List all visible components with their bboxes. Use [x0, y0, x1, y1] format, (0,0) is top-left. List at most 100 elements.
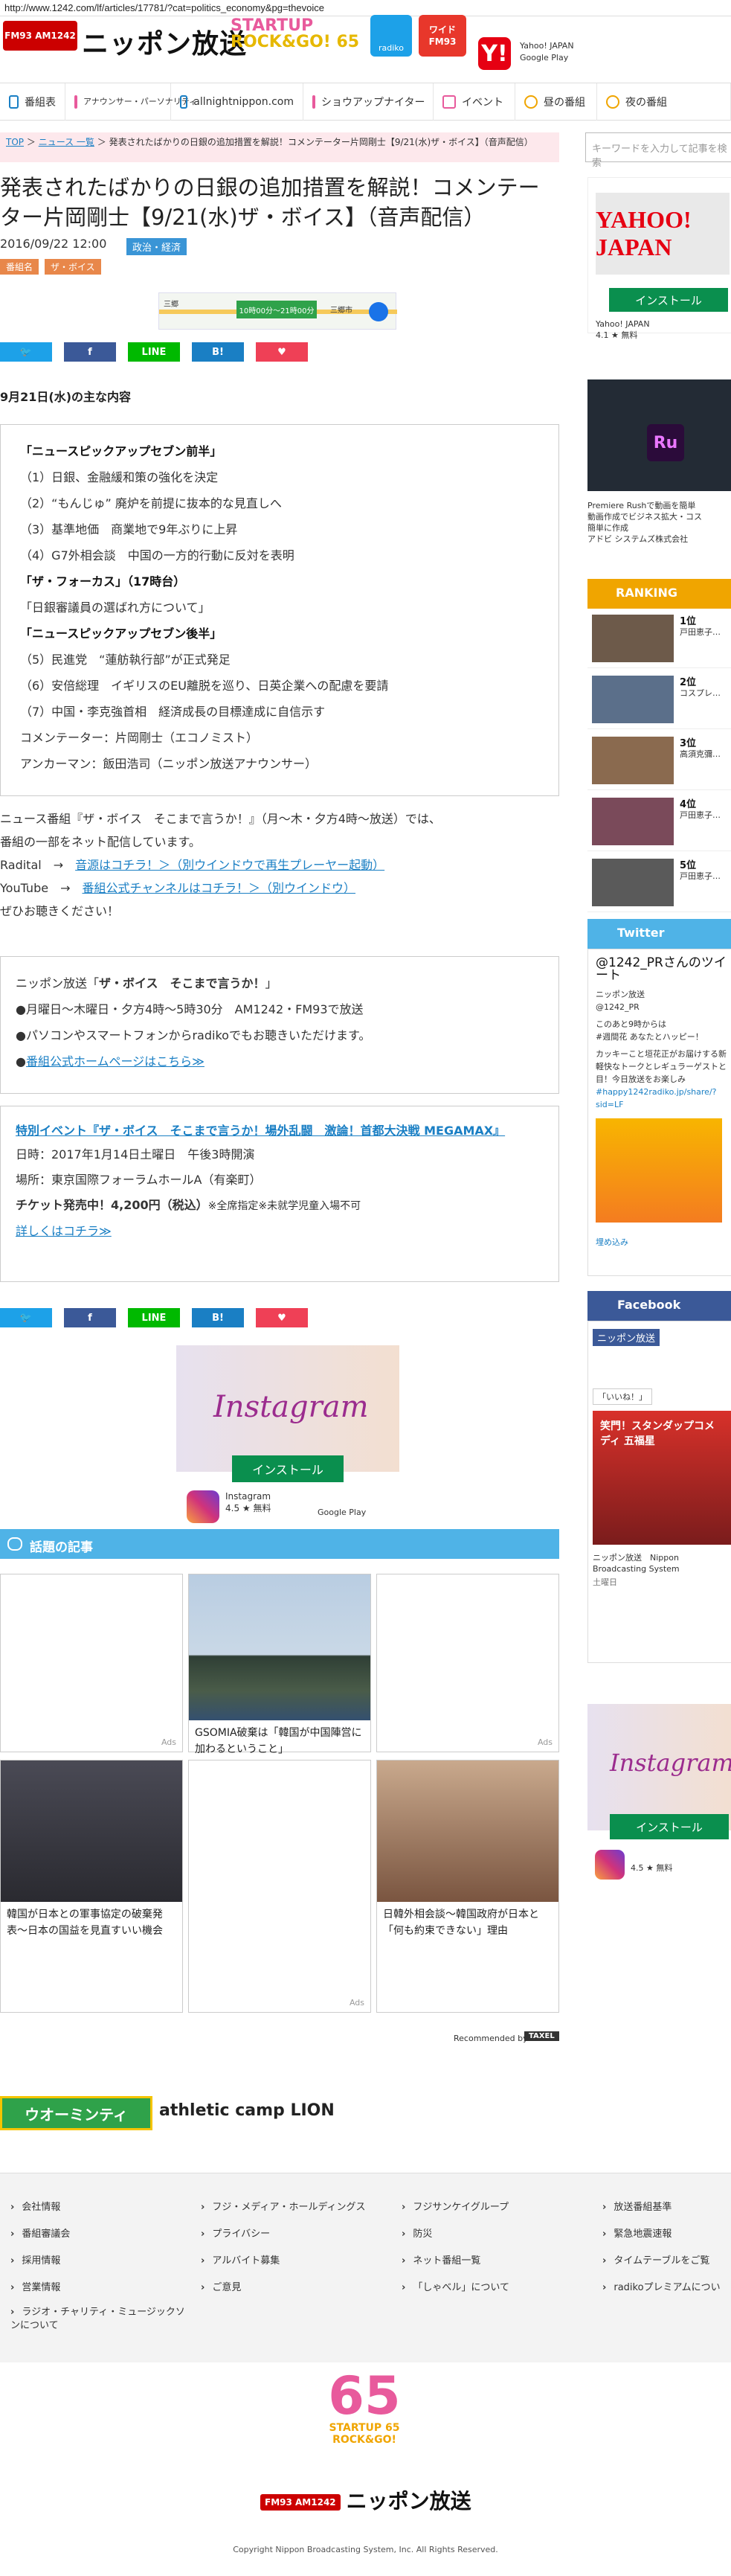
footer-col-4: 放送番組基準 緊急地震速報 タイムテーブルをご覧 radikoプレミアムについ	[602, 2194, 731, 2301]
event-ticket: チケット発売中！4,200円（税込）	[16, 1198, 208, 1212]
nav-item-daytime[interactable]: 昼の番組	[515, 83, 597, 121]
radiko-button[interactable]: radiko	[370, 15, 412, 57]
ranking-item[interactable]: 2位 コスプレ…	[587, 670, 731, 729]
radital-link[interactable]: 音源はコチラ！＞（別ウインドウで再生プレーヤー起動）	[75, 858, 384, 872]
instagram-install-button[interactable]: インストール	[610, 1814, 729, 1839]
instagram-install-button[interactable]: インストール	[232, 1455, 344, 1482]
facebook-like-button[interactable]: 「いいね！」	[593, 1388, 652, 1405]
premiere-rush-icon: Ru	[647, 424, 684, 461]
search-input[interactable]: キーワードを入力して記事を検索	[585, 132, 731, 169]
article-date: 2016/09/22 12:00	[0, 237, 107, 251]
footer-link[interactable]: 会社情報	[10, 2194, 189, 2221]
facebook-share-button[interactable]: f	[64, 342, 116, 362]
nav-item-event[interactable]: イベント	[434, 83, 515, 121]
yahoo-install-button[interactable]: インストール	[609, 288, 728, 312]
nav-item-allnightnippon[interactable]: allnightnippon.com	[171, 83, 303, 121]
facebook-share-button[interactable]: f	[64, 1308, 116, 1327]
line-share-button[interactable]: LINE	[128, 1308, 180, 1327]
facebook-page-name[interactable]: ニッポン放送	[593, 1329, 660, 1346]
ranking-item[interactable]: 4位 戸田恵子…	[587, 792, 731, 851]
yahoo-store: Google Play	[520, 53, 569, 63]
person-icon	[74, 94, 77, 109]
yahoo-japan-logo: YAHOO! JAPAN	[596, 193, 730, 275]
footer-link[interactable]: ネット番組一覧	[402, 2248, 580, 2275]
footer-link[interactable]: アルバイト募集	[201, 2248, 379, 2275]
breadcrumb-news[interactable]: ニュース 一覧	[39, 137, 94, 147]
startup-rockgo-banner[interactable]: STARTUP ROCK&GO! 65	[231, 18, 364, 54]
footer-link[interactable]: 緊急地震速報	[602, 2221, 731, 2248]
twitter-embed-link[interactable]: 埋め込み	[596, 1236, 728, 1249]
ranking-title: 戸田恵子…	[680, 871, 721, 881]
nav-item-showup-nighter[interactable]: ショウアップナイター	[303, 83, 434, 121]
ranking-item[interactable]: 3位 高須克彌…	[587, 731, 731, 790]
related-card[interactable]: 日韓外相会談〜韓国政府が日本と「何も約束できない」理由	[376, 1760, 559, 2013]
footer-link[interactable]: 放送番組基準	[602, 2194, 731, 2221]
twitter-share-button[interactable]: 🐦	[0, 342, 52, 362]
facebook-widget[interactable]: ニッポン放送 「いいね！」 笑門！スタンダップコメディ 五福星 ニッポン放送 N…	[587, 1321, 731, 1663]
footer-link[interactable]: ご意見	[201, 2275, 379, 2301]
event-title-link[interactable]: 特別イベント『ザ・ボイス そこまで言うか！場外乱闘 激論！首都大決戦 MEGAM…	[16, 1120, 544, 1142]
footer-link[interactable]: 防災	[402, 2221, 580, 2248]
hatena-share-button[interactable]: B!	[192, 342, 244, 362]
anniversary-logo[interactable]: 65 STARTUP 65 ROCK&GO!	[312, 2370, 416, 2474]
tweet-hashtag[interactable]: #happy1242radiko.jp/share/?sid=LF	[596, 1086, 728, 1111]
wide-fm93-button[interactable]: ワイド FM93	[419, 15, 466, 57]
main-nav: 番組表 アナウンサー・パーソナリティ allnightnippon.com ショ…	[0, 83, 731, 121]
footer-col-3: フジサンケイグループ 防災 ネット番組一覧 「しゃべル」について	[402, 2194, 580, 2301]
tag-program[interactable]: ザ・ボイス	[45, 259, 101, 275]
event-details-link[interactable]: 詳しくはコチラ≫	[16, 1224, 112, 1238]
breadcrumb-top[interactable]: TOP	[6, 137, 24, 147]
footer-link[interactable]: フジサンケイグループ	[402, 2194, 580, 2221]
sponsor-banner-2[interactable]: athletic camp LION	[159, 2101, 335, 2120]
nav-item-night[interactable]: 夜の番組	[597, 83, 731, 121]
footer-link[interactable]: 採用情報	[10, 2248, 189, 2275]
ranking-item[interactable]: 1位 戸田恵子…	[587, 609, 731, 668]
station-logo[interactable]: ニッポン放送	[82, 22, 247, 61]
sidebar-yahoo-ad[interactable]: YAHOO! JAPAN インストール Yahoo! JAPAN 4.1 ★ 無料	[587, 177, 731, 340]
footer-link[interactable]: 番組審議会	[10, 2221, 189, 2248]
taxel-logo[interactable]: TAXEL	[524, 2031, 559, 2041]
category-badge[interactable]: 政治・経済	[126, 238, 187, 255]
yahoo-rating: 4.1 ★ 無料	[596, 330, 638, 340]
related-card[interactable]: Ads	[376, 1574, 559, 1752]
related-card[interactable]: GSOMIA破棄は「韓国が中国陣営に加わるということ」	[188, 1574, 371, 1755]
youtube-link[interactable]: 番組公式チャンネルはコチラ！＞（別ウインドウ）	[82, 881, 355, 895]
pocket-share-button[interactable]: ♥	[256, 342, 308, 362]
footer-link[interactable]: プライバシー	[201, 2221, 379, 2248]
recommended-by: Recommended by	[454, 2034, 528, 2043]
related-card[interactable]: 韓国が日本との軍事協定の破棄発表〜日本の国益を見直すいい機会	[0, 1760, 183, 2013]
yahoo-app-ad[interactable]: Y! Yahoo! JAPAN Google Play	[478, 34, 716, 73]
nav-item-announcer[interactable]: アナウンサー・パーソナリティ	[65, 83, 197, 121]
footer-link[interactable]: フジ・メディア・ホールディングス	[201, 2194, 379, 2221]
sidebar-adobe-ad[interactable]: Ru Premiere Rushで動画を簡単 動画作成でビジネス拡大・コス 簡単…	[587, 379, 731, 551]
footer-link[interactable]: 営業情報	[10, 2275, 189, 2301]
line-share-button[interactable]: LINE	[128, 342, 180, 362]
related-card[interactable]: Ads	[188, 1760, 371, 2013]
pocket-share-button[interactable]: ♥	[256, 1308, 308, 1327]
adobe-ad-company: アドビ システムズ株式会社	[587, 534, 689, 544]
tweet-image	[596, 1118, 722, 1223]
content-line: （4）G7外相会談 中国の一方的行動に反対を表明	[20, 548, 294, 563]
footer-link[interactable]: radikoプレミアムについ	[602, 2275, 731, 2301]
related-card[interactable]: Ads	[0, 1574, 183, 1752]
twitter-share-button[interactable]: 🐦	[0, 1308, 52, 1327]
sidebar-instagram-ad[interactable]: Instagram インストール 4.5 ★ 無料	[587, 1704, 731, 1883]
twitter-account[interactable]: ニッポン放送	[596, 988, 728, 1001]
program-homepage-link[interactable]: 番組公式ホームページはこちら≫	[26, 1054, 205, 1068]
footer-brand[interactable]: FM93 AM1242 ニッポン放送	[260, 2485, 471, 2515]
instagram-ad[interactable]: Instagram インストール Instagram 4.5 ★ 無料 Goog…	[176, 1345, 399, 1524]
address-bar[interactable]: http://www.1242.com/lf/articles/17781/?c…	[0, 0, 731, 16]
ranking-title: コスプレ…	[680, 688, 721, 698]
event-info-box: 特別イベント『ザ・ボイス そこまで言うか！場外乱闘 激論！首都大決戦 MEGAM…	[0, 1106, 559, 1282]
footer-link[interactable]: ラジオ・チャリティ・ミュージックソンについて	[10, 2301, 189, 2333]
footer-link[interactable]: 「しゃべル」について	[402, 2275, 580, 2301]
station-logo-mark[interactable]: FM93 AM1242	[3, 21, 77, 51]
footer-link[interactable]: タイムテーブルをご覧	[602, 2248, 731, 2275]
ranking-title: 戸田恵子…	[680, 627, 721, 637]
hatena-share-button[interactable]: B!	[192, 1308, 244, 1327]
map-ad[interactable]: 三郷 10時00分〜21時00分 三郷市	[158, 292, 397, 330]
nav-item-schedule[interactable]: 番組表	[0, 83, 65, 121]
twitter-timeline[interactable]: @1242_PRさんのツイート ニッポン放送 @1242_PR このあと9時から…	[587, 949, 731, 1276]
sponsor-banner-1[interactable]: ウオーミンティ	[0, 2096, 152, 2130]
ranking-item[interactable]: 5位 戸田恵子…	[587, 853, 731, 912]
